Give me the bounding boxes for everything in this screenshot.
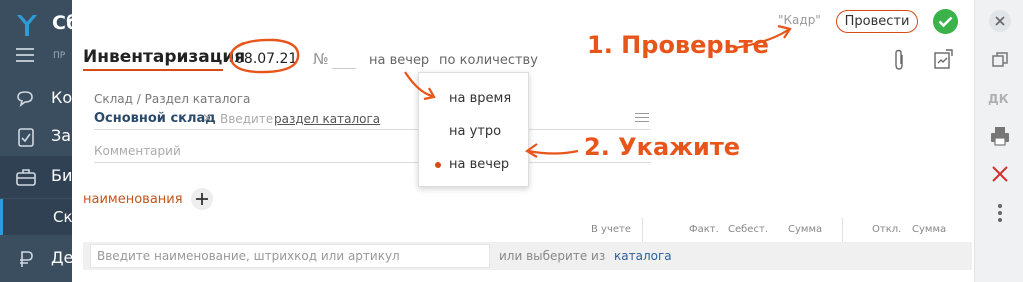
dropdown-option-morning[interactable]: на утро bbox=[449, 124, 501, 139]
sidebar-item-money[interactable]: Де bbox=[0, 238, 74, 280]
column-header-fact: Факт. bbox=[689, 224, 719, 235]
column-header-accounted: В учете bbox=[591, 224, 631, 235]
item-search-input[interactable]: Введите наименование, штрихкод или артик… bbox=[90, 244, 490, 268]
sidebar: Сб ПР Ко За Би Ск Де bbox=[0, 0, 79, 282]
save-check-icon[interactable] bbox=[933, 9, 958, 34]
page-title: Инвентаризация bbox=[83, 47, 246, 67]
catalog-section-placeholder[interactable]: Введите bbox=[220, 112, 273, 126]
logo-icon[interactable] bbox=[14, 12, 40, 38]
time-select[interactable]: на вечер bbox=[369, 53, 429, 68]
sidebar-item-label: За bbox=[51, 126, 72, 145]
sidebar-subitem-warehouse[interactable]: Ск bbox=[0, 199, 73, 235]
sidebar-item-tasks[interactable]: За bbox=[0, 116, 72, 158]
annotation-step1: 1. Проверьте bbox=[587, 31, 769, 59]
time-dropdown: на время на утро на вечер bbox=[418, 72, 529, 187]
catalog-section-link[interactable]: раздел каталога bbox=[274, 112, 380, 126]
post-button[interactable]: Провести bbox=[836, 10, 918, 33]
date-highlight-circle bbox=[229, 38, 300, 74]
divider bbox=[94, 162, 651, 163]
menu-label: ПР bbox=[53, 51, 66, 61]
mode-select[interactable]: по количеству bbox=[439, 53, 538, 68]
column-header-sum: Сумма bbox=[788, 224, 823, 235]
divider bbox=[94, 129, 651, 130]
catalog-link[interactable]: каталога bbox=[614, 249, 672, 263]
warehouse-label: Склад / Раздел каталога bbox=[94, 92, 251, 106]
catalog-hint: или выберите из bbox=[499, 249, 606, 263]
document-sign-icon[interactable] bbox=[932, 48, 954, 70]
tab-items[interactable]: наименования bbox=[83, 192, 183, 207]
dropdown-option-anytime[interactable]: на время bbox=[449, 91, 511, 106]
warehouse-value[interactable]: Основной склад bbox=[94, 111, 216, 126]
copy-icon[interactable] bbox=[988, 48, 1012, 72]
annotation-step2: 2. Укажите bbox=[584, 133, 741, 161]
paperclip-icon[interactable] bbox=[890, 49, 908, 71]
right-toolbar: ДК bbox=[974, 0, 1023, 282]
comment-field[interactable]: Комментарий bbox=[94, 144, 181, 158]
sidebar-item-label: Би bbox=[51, 166, 73, 185]
sidebar-item-label: Де bbox=[51, 248, 74, 267]
ruble-icon bbox=[20, 251, 33, 267]
column-divider bbox=[842, 218, 843, 242]
employee-link[interactable]: "Кадр" bbox=[778, 13, 821, 27]
list-icon[interactable] bbox=[635, 113, 649, 125]
number-label: № bbox=[313, 50, 329, 68]
sidebar-item-business[interactable]: Би bbox=[0, 156, 72, 198]
column-header-deviation-sum: Сумма bbox=[912, 224, 947, 235]
printer-icon[interactable] bbox=[988, 124, 1012, 148]
sidebar-subitem-label: Ск bbox=[53, 208, 73, 226]
column-header-cost: Себест. bbox=[728, 224, 768, 235]
number-input[interactable] bbox=[332, 68, 356, 69]
item-search-row: Введите наименование, штрихкод или артик… bbox=[83, 242, 972, 270]
title-underline bbox=[83, 69, 223, 71]
active-indicator bbox=[0, 199, 3, 235]
column-divider bbox=[642, 218, 643, 242]
sidebar-item-label: Ко bbox=[51, 88, 73, 107]
contacts-icon bbox=[17, 91, 33, 107]
dk-button[interactable]: ДК bbox=[988, 92, 1009, 106]
close-icon[interactable] bbox=[988, 9, 1012, 33]
sidebar-item-contacts[interactable]: Ко bbox=[0, 78, 72, 120]
tasks-icon bbox=[18, 128, 34, 147]
menu-icon[interactable] bbox=[16, 48, 34, 66]
more-icon[interactable] bbox=[988, 201, 1012, 225]
selected-indicator bbox=[435, 162, 441, 168]
column-header-deviation: Откл. bbox=[872, 224, 902, 235]
add-item-button[interactable] bbox=[191, 188, 213, 210]
dropdown-option-evening[interactable]: на вечер bbox=[449, 157, 509, 172]
briefcase-icon bbox=[16, 169, 36, 186]
delete-icon[interactable] bbox=[988, 162, 1012, 186]
clear-warehouse-icon[interactable]: × bbox=[202, 111, 213, 126]
